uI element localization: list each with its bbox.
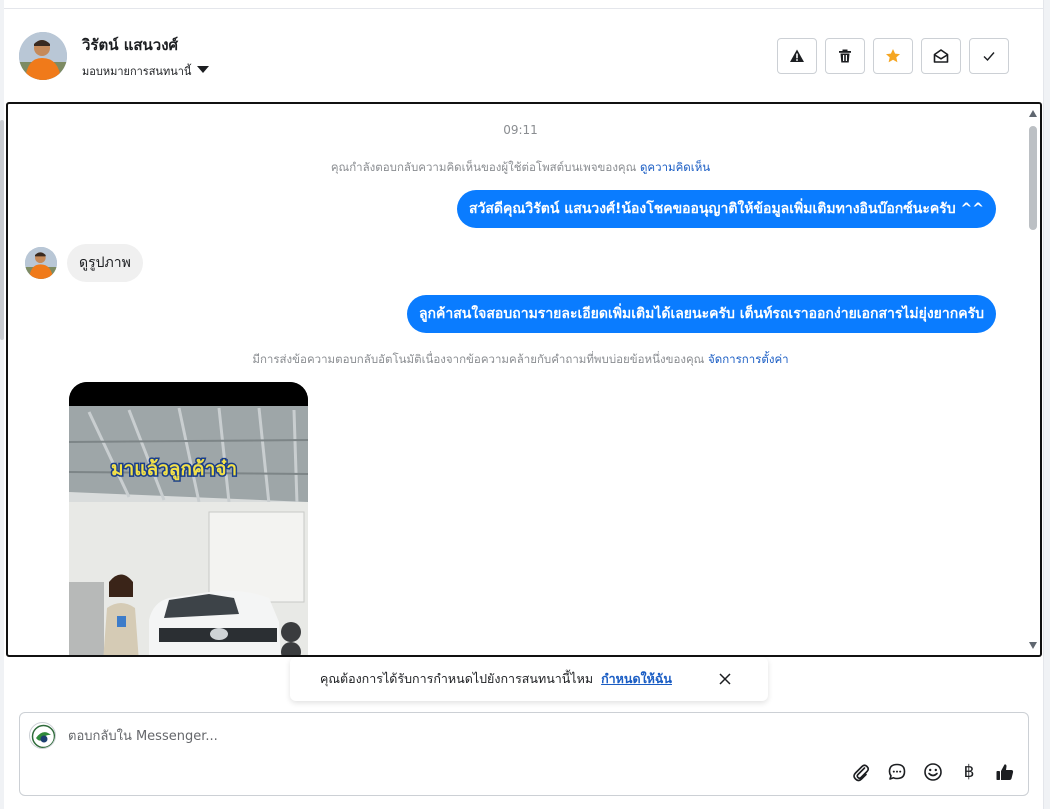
- scroll-up-arrow-icon[interactable]: [1029, 110, 1037, 117]
- emoji-button[interactable]: [922, 761, 944, 783]
- comment-reply-note-text: คุณกำลังตอบกลับความคิดเห็นของผู้ใช้ต่อโพ…: [330, 160, 637, 174]
- trash-icon: [839, 49, 851, 63]
- assign-prompt-text: คุณต้องการได้รับการกำหนดไปยังการสนทนานี้…: [320, 671, 594, 686]
- composer-tools: ฿: [850, 761, 1016, 783]
- assign-to-me-link[interactable]: กำหนดให้ฉัน: [601, 669, 672, 689]
- comment-reply-note: คุณกำลังตอบกลับความคิดเห็นของผู้ใช้ต่อโพ…: [8, 159, 1033, 177]
- conversation-thread[interactable]: 09:11 คุณกำลังตอบกลับความคิดเห็นของผู้ใช…: [6, 102, 1042, 657]
- reply-composer: ฿: [19, 712, 1029, 796]
- check-icon: [983, 52, 995, 62]
- delete-button[interactable]: [825, 38, 865, 74]
- user-avatar[interactable]: [19, 32, 67, 80]
- page-logo: [29, 722, 56, 749]
- messenger-inbox-window: วิรัตน์ แสนวงศ์ มอบหมายการสนทนานี้ 09:11…: [0, 0, 1050, 809]
- paperclip-icon: [853, 764, 870, 782]
- assign-conversation-label: มอบหมายการสนทนานี้: [82, 65, 192, 78]
- right-edge: [1043, 0, 1050, 809]
- reply-input[interactable]: [68, 725, 968, 747]
- mark-done-button[interactable]: [969, 38, 1009, 74]
- payment-button[interactable]: ฿: [958, 761, 980, 783]
- star-icon: [886, 49, 900, 63]
- left-scrollbar[interactable]: [0, 0, 4, 809]
- outgoing-message[interactable]: ลูกค้าสนใจสอบถามรายละเอียดเพิ่มเติมได้เล…: [406, 295, 996, 333]
- sender-avatar[interactable]: [25, 247, 57, 279]
- chat-bubble-icon: [888, 763, 906, 780]
- auto-reply-note-text: มีการส่งข้อความตอบกลับอัตโนมัติเนื่องจาก…: [252, 352, 705, 366]
- manage-settings-link[interactable]: จัดการการตั้งค่า: [708, 352, 789, 366]
- incoming-message-row: ดูรูปภาพ: [25, 244, 143, 282]
- assign-conversation-dropdown[interactable]: มอบหมายการสนทนานี้: [82, 62, 210, 80]
- send-like-button[interactable]: [994, 761, 1016, 783]
- outgoing-message[interactable]: สวัสดีคุณวิรัตน์ แสนวงศ์!น้องโชคขออนุญาต…: [456, 190, 996, 228]
- attach-file-button[interactable]: [850, 761, 872, 783]
- message-timestamp: 09:11: [503, 123, 538, 137]
- assign-to-me-prompt: คุณต้องการได้รับการกำหนดไปยังการสนทนานี้…: [290, 657, 768, 701]
- warning-icon: [790, 49, 804, 62]
- header-actions: [777, 38, 1009, 74]
- baht-icon: ฿: [963, 762, 975, 782]
- scroll-down-arrow-icon[interactable]: [1029, 642, 1037, 649]
- thread-scrollbar-thumb[interactable]: [1029, 126, 1037, 230]
- emoji-icon: [924, 763, 942, 781]
- envelope-open-icon: [933, 49, 949, 63]
- conversation-header: วิรัตน์ แสนวงศ์ มอบหมายการสนทนานี้: [0, 9, 1043, 101]
- close-icon[interactable]: [717, 671, 733, 687]
- incoming-message[interactable]: ดูรูปภาพ: [67, 244, 143, 282]
- star-button[interactable]: [873, 38, 913, 74]
- saved-replies-button[interactable]: [886, 761, 908, 783]
- mark-unread-button[interactable]: [921, 38, 961, 74]
- left-scrollbar-thumb[interactable]: [0, 120, 4, 340]
- view-comment-link[interactable]: ดูความคิดเห็น: [640, 160, 710, 174]
- media-caption: มาแล้วลูกค้าจ๋า: [111, 458, 237, 481]
- user-name: วิรัตน์ แสนวงศ์: [82, 36, 179, 54]
- video-attachment[interactable]: มาแล้วลูกค้าจ๋า: [69, 382, 308, 655]
- mark-spam-button[interactable]: [777, 38, 817, 74]
- thread-scrollbar[interactable]: [1026, 104, 1040, 655]
- thumbs-up-icon: [996, 764, 1014, 780]
- auto-reply-note: มีการส่งข้อความตอบกลับอัตโนมัติเนื่องจาก…: [8, 351, 1033, 369]
- caret-down-icon: [197, 65, 210, 73]
